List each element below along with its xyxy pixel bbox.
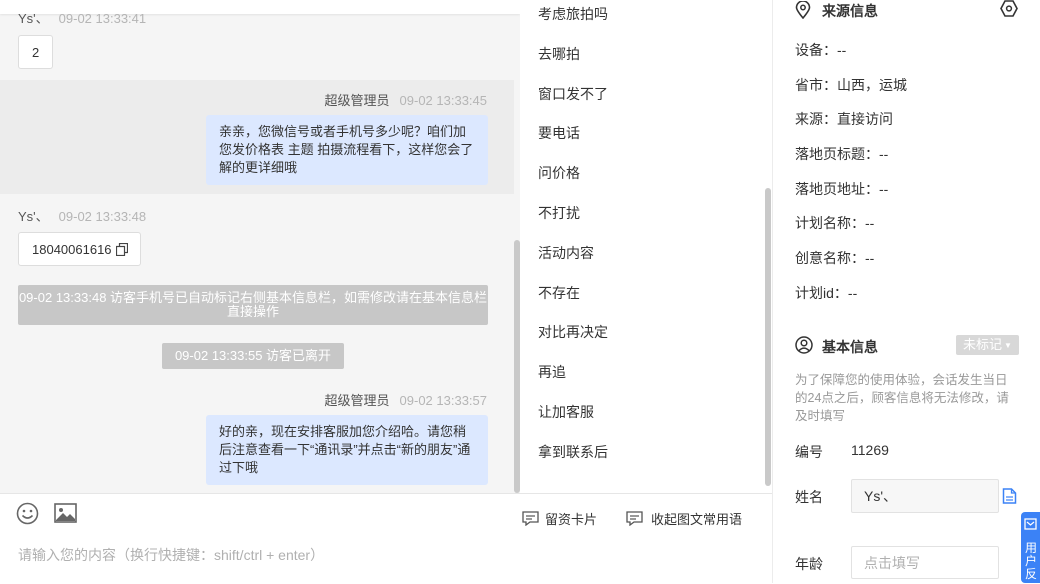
source-row: 落地页地址：-- xyxy=(795,179,888,199)
basic-info-title: 基本信息 xyxy=(822,339,878,355)
image-icon xyxy=(54,503,77,523)
outgoing-message: 好的亲，现在安排客服加您介绍哈。请您稍后注意查看一下“通讯录”并点击“新的朋友”… xyxy=(206,415,488,485)
quick-reply-scrollbar[interactable] xyxy=(765,188,771,486)
quick-reply-item[interactable]: 拿到联系后 xyxy=(538,442,608,462)
message-time: 09-02 13:33:45 xyxy=(399,93,487,108)
source-row: 计划名称：-- xyxy=(795,213,874,233)
message-meta: Ys'、 09-02 13:33:41 xyxy=(18,8,146,27)
quick-reply-list: 考虑旅拍吗 去哪拍 窗口发不了 要电话 问价格 不打扰 活动内容 不存在 对比再… xyxy=(520,0,772,493)
quick-reply-item[interactable]: 窗口发不了 xyxy=(538,84,608,104)
row-label: 计划名称： xyxy=(795,215,865,231)
age-label: 年龄 xyxy=(795,556,823,572)
incoming-message: 18040061616 xyxy=(18,232,142,266)
copy-icon[interactable] xyxy=(116,242,129,257)
name-label: 姓名 xyxy=(795,489,823,505)
message-composer: 留资卡片 收起图文常用语 请输入您的内容（换行快捷键：shift/ctrl + … xyxy=(0,493,772,584)
outgoing-message: 亲亲，您微信号或者手机号多少呢？咱们加您发价格表 主题 拍摄流程看下，这样您会了… xyxy=(206,115,488,185)
quick-reply-item[interactable]: 去哪拍 xyxy=(538,44,580,64)
row-value: -- xyxy=(837,42,847,58)
tag-label: 未标记 xyxy=(963,337,1003,352)
row-value: 山西，运城 xyxy=(837,77,907,93)
system-notice: 09-02 13:33:48 访客手机号已自动标记右侧基本信息栏，如需修改请在基… xyxy=(18,285,488,325)
row-label: 创意名称： xyxy=(795,250,865,266)
quick-reply-item[interactable]: 问价格 xyxy=(538,163,580,183)
row-label: 设备： xyxy=(795,42,837,58)
message-time: 09-02 13:33:48 xyxy=(58,209,147,224)
source-row: 省市：山西，运城 xyxy=(795,75,907,95)
source-info-title: 来源信息 xyxy=(822,3,878,19)
source-row: 设备：-- xyxy=(795,40,846,60)
smile-icon xyxy=(16,502,39,525)
settings-icon[interactable] xyxy=(1000,0,1018,17)
message-meta: Ys'、 09-02 13:33:48 xyxy=(18,206,146,225)
edit-notice: 为了保障您的使用体验，会话发生当日的24点之后，顾客信息将无法修改，请及时填写 xyxy=(795,373,1009,423)
user-icon xyxy=(795,336,813,354)
document-icon[interactable] xyxy=(1002,488,1017,504)
row-value: -- xyxy=(847,285,858,301)
quick-reply-item[interactable]: 活动内容 xyxy=(538,243,594,263)
row-label: 落地页地址： xyxy=(795,181,879,197)
feedback-icon xyxy=(1024,518,1037,530)
message-time: 09-02 13:33:57 xyxy=(399,393,487,408)
source-row: 创意名称：-- xyxy=(795,248,874,268)
visitor-info-panel: 来源信息 设备：-- 省市：山西，运城 来源：直接访问 落地页标题：-- 落地页… xyxy=(772,0,1040,583)
quick-reply-item[interactable]: 对比再决定 xyxy=(538,322,608,342)
message-icon xyxy=(626,511,643,527)
source-row: 计划id：-- xyxy=(795,283,857,303)
row-label: 落地页标题： xyxy=(795,146,879,162)
row-value: 直接访问 xyxy=(837,111,893,127)
name-field[interactable]: Ys'、 xyxy=(851,479,999,513)
quick-reply-item[interactable]: 让加客服 xyxy=(538,402,594,422)
message-meta: 超级管理员 09-02 13:33:57 xyxy=(325,390,487,409)
id-value: 11269 xyxy=(851,442,889,458)
age-field[interactable]: 点击填写 xyxy=(851,546,999,579)
row-label: 来源： xyxy=(795,111,837,127)
id-label: 编号 xyxy=(795,444,823,460)
quick-reply-item[interactable]: 不打扰 xyxy=(538,203,580,223)
chat-area: Ys'、 09-02 13:33:41 2 超级管理员 09-02 13:33:45… xyxy=(0,0,520,493)
row-value: -- xyxy=(879,146,889,162)
lead-card-label: 留资卡片 xyxy=(545,512,598,527)
user-feedback-tab[interactable]: 用户反 xyxy=(1021,512,1040,583)
source-row: 来源：直接访问 xyxy=(795,109,893,129)
incoming-message: 2 xyxy=(18,35,54,69)
message-meta: 超级管理员 09-02 13:33:45 xyxy=(325,90,487,109)
image-button[interactable] xyxy=(54,503,77,526)
collapse-phrases-button[interactable]: 收起图文常用语 xyxy=(626,509,742,528)
location-pin-icon xyxy=(795,1,811,19)
lead-card-button[interactable]: 留资卡片 xyxy=(522,509,597,528)
row-value: -- xyxy=(865,250,875,266)
system-notice: 09-02 13:33:55 访客已离开 xyxy=(162,343,344,369)
card-icon xyxy=(522,511,539,527)
quick-reply-item[interactable]: 不存在 xyxy=(538,283,580,303)
row-value: -- xyxy=(879,181,889,197)
source-row: 落地页标题：-- xyxy=(795,144,888,164)
feedback-tab-label: 用户反 xyxy=(1025,541,1038,581)
sender-name: Ys'、 xyxy=(18,209,49,224)
message-input[interactable]: 请输入您的内容（换行快捷键：shift/ctrl + enter） xyxy=(18,545,324,565)
quick-reply-item[interactable]: 考虑旅拍吗 xyxy=(538,4,608,24)
row-label: 计划id： xyxy=(795,285,848,301)
collapse-phrases-label: 收起图文常用语 xyxy=(651,512,743,527)
row-value: -- xyxy=(865,215,875,231)
caret-down-icon: ▼ xyxy=(1004,341,1012,350)
sender-name: Ys'、 xyxy=(18,11,49,26)
row-label: 省市： xyxy=(795,77,837,93)
emoji-button[interactable] xyxy=(16,502,39,528)
message-time: 09-02 13:33:41 xyxy=(58,11,147,26)
sender-name: 超级管理员 xyxy=(324,393,390,408)
phone-number: 18040061616 xyxy=(32,242,112,257)
quick-reply-item[interactable]: 要电话 xyxy=(538,123,580,143)
tag-dropdown[interactable]: 未标记 ▼ xyxy=(956,335,1019,355)
sender-name: 超级管理员 xyxy=(324,93,390,108)
quick-reply-item[interactable]: 再追 xyxy=(538,362,566,382)
